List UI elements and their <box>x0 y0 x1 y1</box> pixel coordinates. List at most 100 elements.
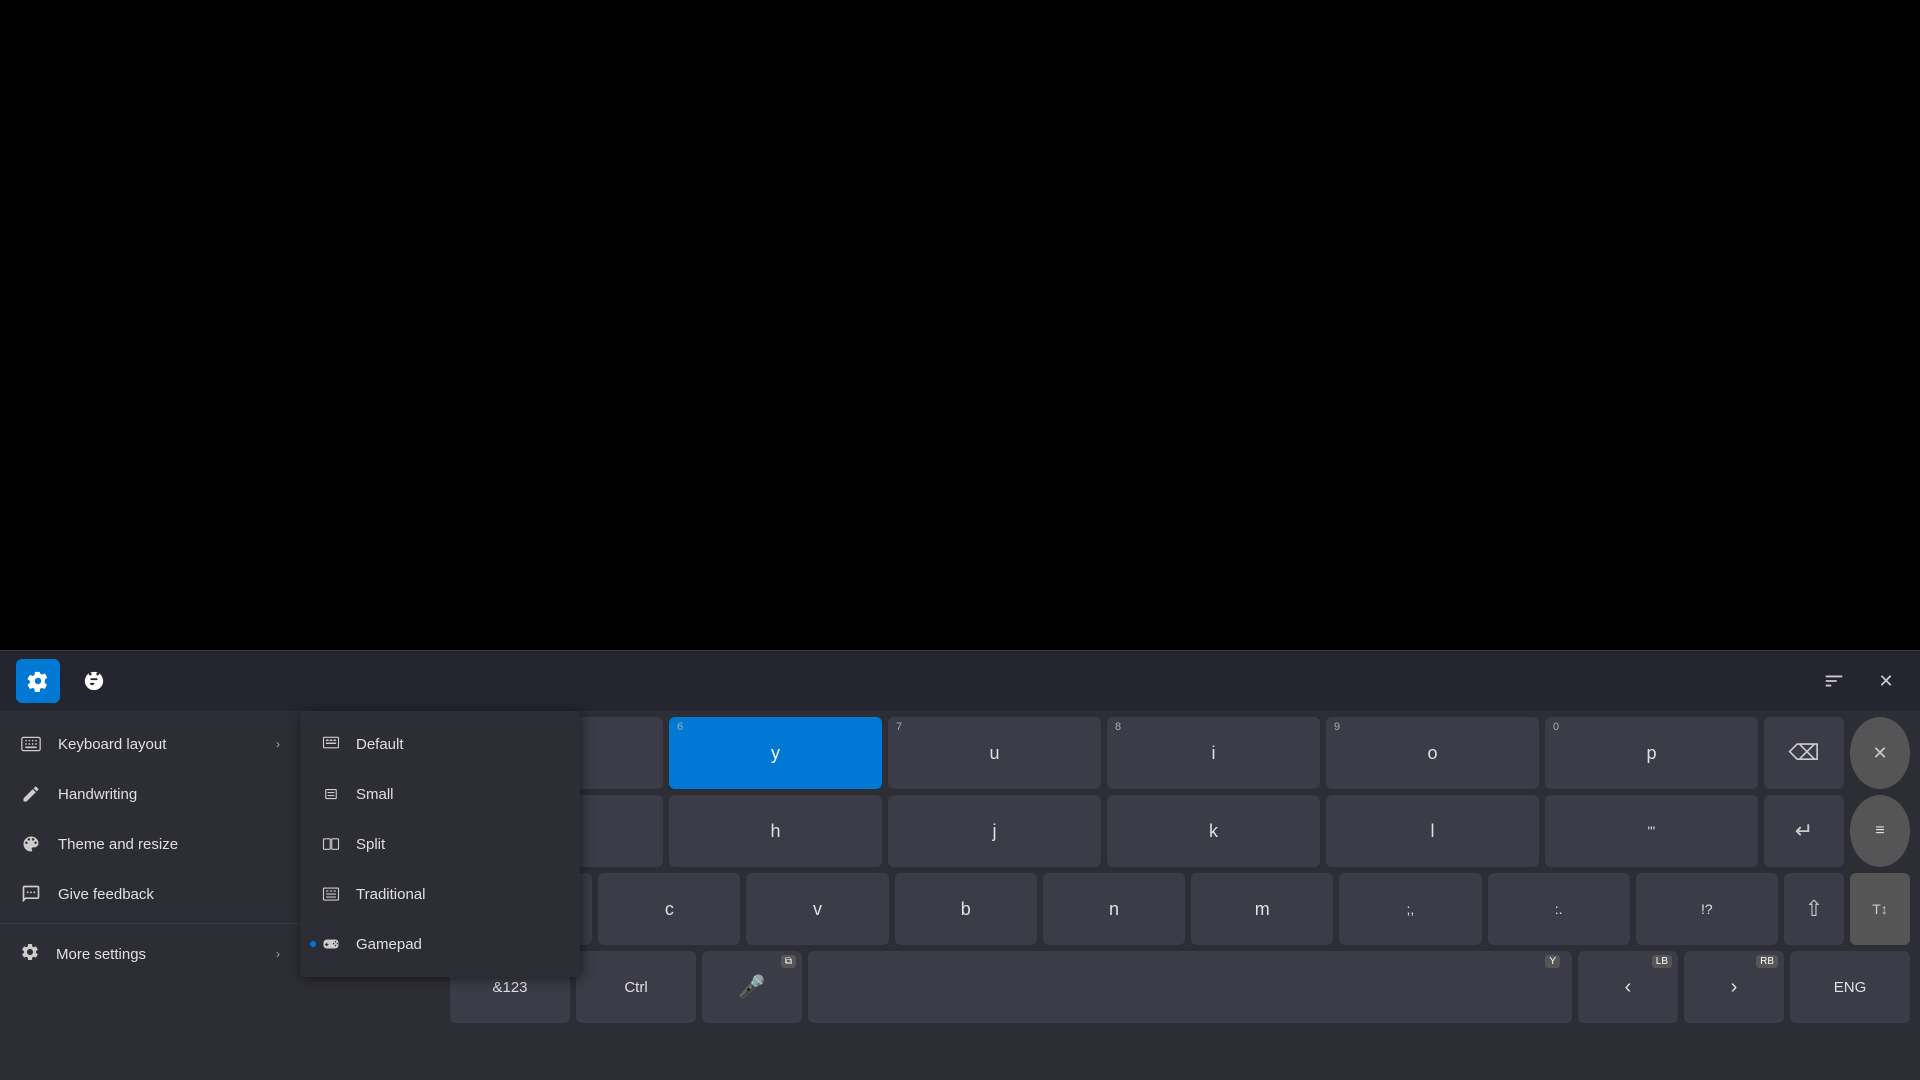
sidebar-item-give-feedback[interactable]: Give feedback <box>0 869 300 919</box>
key-period: . <box>1559 901 1563 918</box>
key-close-x[interactable]: ✕ <box>1850 717 1910 789</box>
key-sym-label: &123 <box>492 979 527 996</box>
key-row-1: t 6 y 7 u 8 i 9 o 0 p ⌫ ✕ <box>450 717 1910 789</box>
lb-badge: LB <box>1652 955 1672 968</box>
layout-item-traditional[interactable]: Traditional <box>300 869 580 919</box>
key-o[interactable]: 9 o <box>1326 717 1539 789</box>
y-badge: Y <box>1545 955 1560 968</box>
key-h[interactable]: h <box>669 795 882 867</box>
key-row-3: x c v b n m ; , : . ! ? ⇧ T↕ <box>450 873 1910 945</box>
layout-item-small[interactable]: Small <box>300 769 580 819</box>
key-excl-question[interactable]: ! ? <box>1636 873 1778 945</box>
key-i-num: 8 <box>1115 721 1121 733</box>
layout-split-label: Split <box>356 836 385 853</box>
layout-traditional-label: Traditional <box>356 886 425 903</box>
layout-default-icon <box>320 733 342 755</box>
layout-default-label: Default <box>356 736 404 753</box>
layout-split-icon <box>320 833 342 855</box>
layout-gamepad-icon <box>320 933 342 955</box>
key-y-label: y <box>771 743 780 764</box>
toolbar-left <box>16 659 116 703</box>
key-space[interactable]: Y <box>808 951 1572 1023</box>
keys-area: t 6 y 7 u 8 i 9 o 0 p ⌫ ✕ <box>440 711 1920 1080</box>
key-arrow-left[interactable]: LB ‹ <box>1578 951 1678 1023</box>
key-lang-label: ENG <box>1834 979 1867 996</box>
key-p-num: 0 <box>1553 721 1559 733</box>
keyboard-toolbar: ✕ <box>0 651 1920 711</box>
key-o-num: 9 <box>1334 721 1340 733</box>
key-emoji-bar[interactable]: ≡ <box>1850 795 1910 867</box>
key-u[interactable]: 7 u <box>888 717 1101 789</box>
theme-resize-label: Theme and resize <box>58 836 178 853</box>
key-quote-lower: ' <box>1653 823 1656 840</box>
key-enter[interactable]: ↵ <box>1764 795 1844 867</box>
key-o-label: o <box>1427 743 1437 764</box>
key-ctrl[interactable]: Ctrl <box>576 951 696 1023</box>
emoji-button[interactable] <box>72 659 116 703</box>
key-n[interactable]: n <box>1043 873 1185 945</box>
copy-badge: ⧉ <box>781 955 796 968</box>
more-settings-icon <box>20 942 40 966</box>
key-c[interactable]: c <box>598 873 740 945</box>
more-settings-item[interactable]: More settings › <box>0 928 300 980</box>
key-quote[interactable]: " ' <box>1545 795 1758 867</box>
key-row-2: g h j k l " ' ↵ ≡ <box>450 795 1910 867</box>
key-mic[interactable]: ⧉ 🎤 <box>702 951 802 1023</box>
key-v[interactable]: v <box>746 873 888 945</box>
settings-button[interactable] <box>16 659 60 703</box>
more-settings-chevron: › <box>276 947 280 961</box>
key-i[interactable]: 8 i <box>1107 717 1320 789</box>
key-l[interactable]: l <box>1326 795 1539 867</box>
layout-gamepad-label: Gamepad <box>356 936 422 953</box>
key-arrow-right[interactable]: RB › <box>1684 951 1784 1023</box>
layout-traditional-icon <box>320 883 342 905</box>
key-k[interactable]: k <box>1107 795 1320 867</box>
key-y[interactable]: 6 y <box>669 717 882 789</box>
key-j[interactable]: j <box>888 795 1101 867</box>
more-settings-label: More settings <box>56 946 146 963</box>
key-u-num: 7 <box>896 721 902 733</box>
keyboard-container: ✕ Keyboard layout › Handwriting Theme an… <box>0 650 1920 1080</box>
key-ctrl-label: Ctrl <box>624 979 647 996</box>
layout-item-default[interactable]: Default <box>300 719 580 769</box>
key-lang[interactable]: ENG <box>1790 951 1910 1023</box>
key-tformat[interactable]: T↕ <box>1850 873 1910 945</box>
key-u-label: u <box>989 743 999 764</box>
give-feedback-icon <box>20 883 42 905</box>
key-y-num: 6 <box>677 721 683 733</box>
sidebar-item-handwriting[interactable]: Handwriting <box>0 769 300 819</box>
keyboard-layout-label: Keyboard layout <box>58 736 166 753</box>
close-button[interactable]: ✕ <box>1868 663 1904 699</box>
key-b[interactable]: b <box>895 873 1037 945</box>
theme-resize-icon <box>20 833 42 855</box>
keyboard-layout-icon <box>20 733 42 755</box>
give-feedback-label: Give feedback <box>58 886 154 903</box>
layout-item-gamepad[interactable]: Gamepad <box>300 919 580 969</box>
key-shift[interactable]: ⇧ <box>1784 873 1844 945</box>
selected-indicator <box>310 941 316 947</box>
sidebar-divider <box>0 923 300 924</box>
keyboard-layout-chevron: › <box>276 737 280 751</box>
key-colon-period[interactable]: : . <box>1488 873 1630 945</box>
sidebar-item-keyboard-layout[interactable]: Keyboard layout › <box>0 719 300 769</box>
layout-item-split[interactable]: Split <box>300 819 580 869</box>
key-p-label: p <box>1646 743 1656 764</box>
key-comma: , <box>1410 901 1414 918</box>
key-i-label: i <box>1212 743 1216 764</box>
key-p[interactable]: 0 p <box>1545 717 1758 789</box>
key-semicolon-comma[interactable]: ; , <box>1339 873 1481 945</box>
layout-submenu: Default Small Split Traditional Gamep <box>300 711 580 977</box>
filter-icon[interactable] <box>1816 663 1852 699</box>
rb-badge: RB <box>1756 955 1778 968</box>
layout-small-icon <box>320 783 342 805</box>
sidebar-menu: Keyboard layout › Handwriting Theme and … <box>0 711 300 988</box>
sidebar-item-theme-resize[interactable]: Theme and resize <box>0 819 300 869</box>
key-backspace[interactable]: ⌫ <box>1764 717 1844 789</box>
key-m[interactable]: m <box>1191 873 1333 945</box>
handwriting-icon <box>20 783 42 805</box>
handwriting-label: Handwriting <box>58 786 137 803</box>
key-question: ? <box>1705 901 1713 918</box>
layout-small-label: Small <box>356 786 394 803</box>
key-row-bottom: LT &123 Ctrl ⧉ 🎤 Y LB ‹ RB › ENG <box>450 951 1910 1023</box>
toolbar-right: ✕ <box>1816 663 1904 699</box>
